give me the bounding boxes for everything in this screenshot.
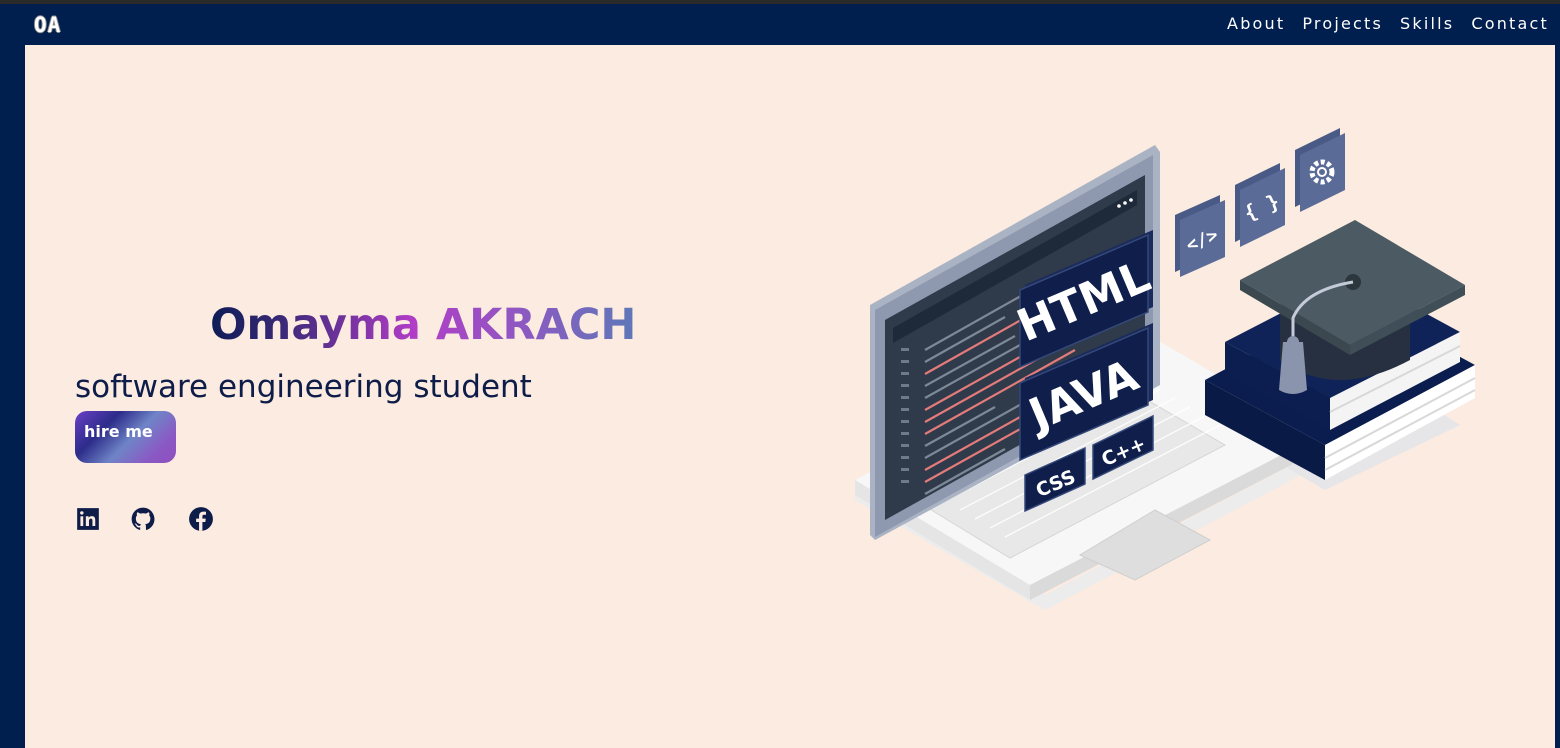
github-icon[interactable] xyxy=(130,506,156,532)
hero-illustration: HTML JAVA C++ CSS </> { } xyxy=(855,128,1476,610)
hero-name: Omayma AKRACH xyxy=(210,297,636,353)
nav-link-skills[interactable]: Skills xyxy=(1400,13,1454,35)
hire-me-button[interactable]: hire me xyxy=(75,411,176,463)
site-logo[interactable]: OA xyxy=(34,12,61,38)
braces-icon: { } xyxy=(1235,163,1285,247)
facebook-icon[interactable] xyxy=(188,506,214,532)
page-frame-right xyxy=(1555,45,1560,748)
hero-subtitle: software engineering student xyxy=(75,369,532,405)
nav-link-contact[interactable]: Contact xyxy=(1471,13,1549,35)
nav-links: About Projects Skills Contact xyxy=(1227,13,1549,35)
linkedin-icon[interactable] xyxy=(75,506,101,532)
nav-link-about[interactable]: About xyxy=(1227,13,1285,35)
social-links xyxy=(75,506,225,532)
gear-icon xyxy=(1295,128,1345,212)
code-tag-icon: </> xyxy=(1175,195,1225,277)
hero-section: Omayma AKRACH software engineering stude… xyxy=(25,45,1555,748)
navbar: OA About Projects Skills Contact xyxy=(0,4,1560,45)
nav-link-projects[interactable]: Projects xyxy=(1302,13,1383,35)
